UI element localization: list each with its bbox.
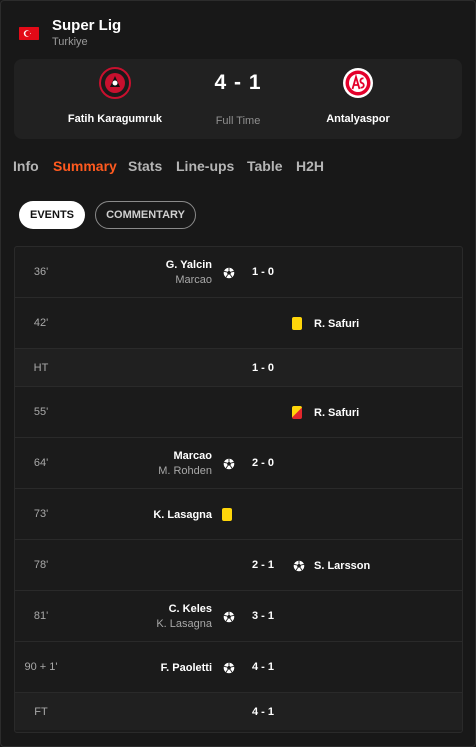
event-assist[interactable]: Marcao [175,274,212,286]
event-row-fulltime: FT 4 - 1 [15,693,462,730]
event-score: 4 - 1 [251,661,274,673]
home-team[interactable]: Fatih Karagumruk [45,67,185,125]
event-minute: FT [34,706,48,718]
league-name: Super Lig [52,17,122,34]
tab-info[interactable]: Info [13,158,39,174]
event-assist[interactable]: K. Lasagna [156,618,212,630]
event-score: 3 - 1 [251,610,274,622]
event-player[interactable]: K. Lasagna [153,509,212,521]
antalyaspor-crest-icon [342,67,374,99]
football-icon [293,559,305,572]
event-minute: 90 + 1' [24,661,58,673]
football-icon [223,266,235,279]
events-list: 36' G. Yalcin Marcao 1 - 0 42' R. Safuri… [14,246,463,733]
event-minute: 42' [33,317,49,329]
event-player[interactable]: C. Keles [169,603,212,615]
event-score: 1 - 0 [251,362,274,374]
event-minute: 36' [33,266,49,278]
event-score: 4 - 1 [251,706,274,718]
event-player[interactable]: G. Yalcin [166,259,212,271]
fatih-karagumruk-crest-icon [99,67,131,99]
event-row: 36' G. Yalcin Marcao 1 - 0 [15,247,462,298]
turkey-flag-icon [19,27,39,40]
football-icon [223,661,235,674]
event-minute: 81' [33,610,49,622]
event-row: 73' K. Lasagna [15,489,462,540]
event-row: 64' Marcao M. Rohden 2 - 0 [15,438,462,489]
tab-summary[interactable]: Summary [53,158,117,174]
events-filter-button[interactable]: EVENTS [19,201,85,229]
yellow-card-icon [292,317,302,330]
event-row: 42' R. Safuri [15,298,462,349]
match-status: Full Time [215,115,261,127]
event-player[interactable]: F. Paoletti [161,662,212,674]
event-minute: 78' [33,559,49,571]
event-score: 2 - 0 [251,457,274,469]
event-minute: 73' [33,508,49,520]
event-player[interactable]: R. Safuri [314,407,359,419]
event-player[interactable]: R. Safuri [314,318,359,330]
league-country: Turkiye [52,36,88,48]
event-row-halftime: HT 1 - 0 [15,349,462,387]
yellow-card-icon [222,508,232,521]
tab-h2h[interactable]: H2H [296,158,324,174]
commentary-filter-button[interactable]: COMMENTARY [95,201,196,229]
event-score: 1 - 0 [251,266,274,278]
event-row: 81' C. Keles K. Lasagna 3 - 1 [15,591,462,642]
tab-lineups[interactable]: Line-ups [176,158,234,174]
event-row: 78' 2 - 1 S. Larsson [15,540,462,591]
tab-table[interactable]: Table [247,158,283,174]
away-team[interactable]: Antalyaspor [288,67,428,125]
football-icon [223,457,235,470]
scoreboard: Fatih Karagumruk 4 - 1 Full Time Antalya… [14,59,462,139]
second-yellow-card-icon [292,406,302,419]
event-minute: HT [33,362,49,374]
home-team-name: Fatih Karagumruk [67,113,163,125]
event-assist[interactable]: M. Rohden [158,465,212,477]
match-card: Super Lig Turkiye Fatih Karagumruk 4 - 1… [0,0,476,747]
event-player[interactable]: S. Larsson [314,560,370,572]
event-row: 55' R. Safuri [15,387,462,438]
away-team-name: Antalyaspor [326,113,390,125]
event-minute: 55' [33,406,49,418]
event-score: 2 - 1 [251,559,274,571]
event-player[interactable]: Marcao [173,450,212,462]
event-minute: 64' [33,457,49,469]
final-score: 4 - 1 [214,71,262,94]
football-icon [223,610,235,623]
tab-stats[interactable]: Stats [128,158,162,174]
league-header[interactable]: Super Lig Turkiye [19,15,319,49]
event-row: 90 + 1' F. Paoletti 4 - 1 [15,642,462,693]
